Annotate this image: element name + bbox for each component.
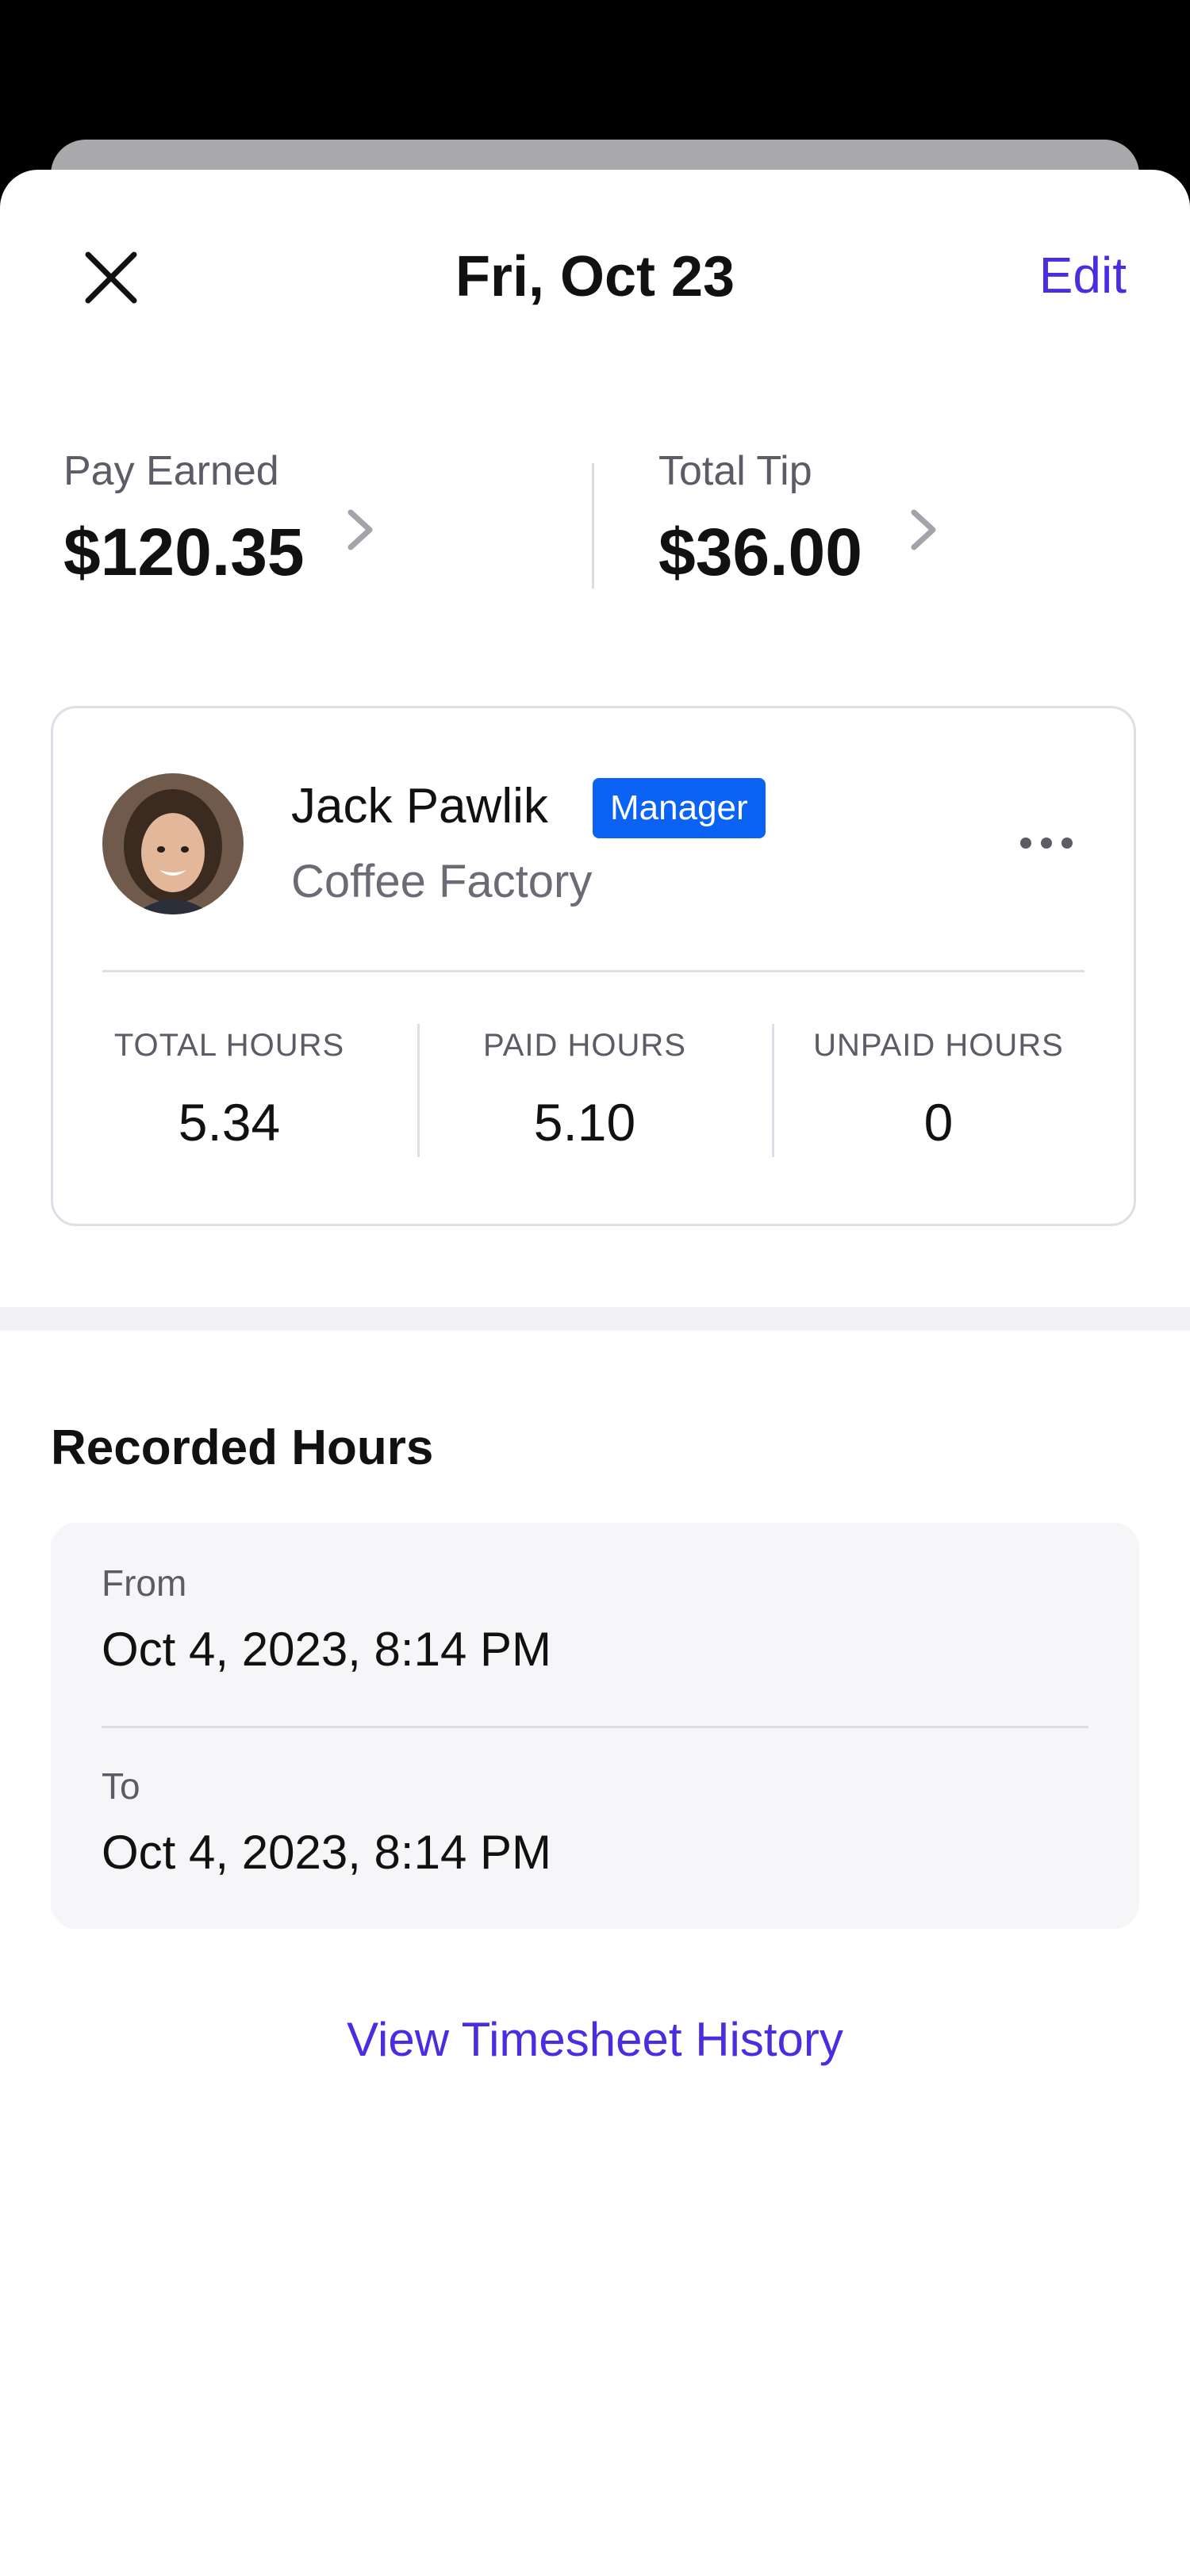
to-value: Oct 4, 2023, 8:14 PM: [102, 1826, 551, 1879]
employee-card: Jack Pawlik Manager Coffee Factory TOTAL…: [51, 706, 1136, 1226]
view-timesheet-history-link[interactable]: View Timesheet History: [0, 2008, 1190, 2072]
summary-divider: [592, 463, 594, 588]
to-row: To Oct 4, 2023, 8:14 PM: [102, 1764, 1088, 1907]
stat-value: 5.10: [533, 1093, 636, 1152]
stat-total-hours: TOTAL HOURS 5.34: [55, 1025, 404, 1152]
section-separator: [0, 1307, 1190, 1331]
page-title: Fri, Oct 23: [455, 245, 735, 309]
stat-value: 0: [923, 1093, 954, 1152]
chevron-right-icon: [911, 509, 936, 550]
stat-value: 5.34: [178, 1093, 281, 1152]
employee-company: Coffee Factory: [291, 856, 593, 907]
total-tip-label: Total Tip: [658, 448, 812, 494]
close-button[interactable]: [79, 245, 144, 310]
total-tip-value: $36.00: [658, 515, 862, 589]
hours-divider: [102, 1726, 1088, 1728]
stat-paid-hours: PAID HOURS 5.10: [410, 1025, 759, 1152]
timesheet-detail-sheet: Fri, Oct 23 Edit Pay Earned $120.35 Tota…: [0, 170, 1190, 2576]
stat-unpaid-hours: UNPAID HOURS 0: [764, 1025, 1113, 1152]
more-options-button[interactable]: [1015, 819, 1078, 867]
stat-label: TOTAL HOURS: [113, 1028, 345, 1063]
card-divider: [102, 970, 1084, 972]
avatar: [102, 773, 244, 914]
recorded-hours-title: Recorded Hours: [51, 1420, 434, 1475]
from-label: From: [102, 1562, 187, 1604]
total-tip-summary[interactable]: Total Tip $36.00: [658, 446, 1008, 589]
role-badge: Manager: [593, 778, 766, 838]
recorded-hours-box: From Oct 4, 2023, 8:14 PM To Oct 4, 2023…: [51, 1523, 1139, 1929]
from-value: Oct 4, 2023, 8:14 PM: [102, 1623, 551, 1676]
edit-button[interactable]: Edit: [1039, 240, 1127, 311]
from-row: From Oct 4, 2023, 8:14 PM: [102, 1561, 1088, 1704]
stat-label: UNPAID HOURS: [813, 1028, 1064, 1063]
pay-earned-label: Pay Earned: [63, 448, 279, 494]
close-icon: [85, 251, 137, 304]
to-label: To: [102, 1765, 140, 1807]
chevron-right-icon: [347, 509, 373, 550]
stat-label: PAID HOURS: [483, 1028, 686, 1063]
more-horizontal-icon: [1020, 838, 1073, 849]
pay-earned-summary[interactable]: Pay Earned $120.35: [63, 446, 413, 589]
employee-name: Jack Pawlik: [291, 779, 548, 834]
